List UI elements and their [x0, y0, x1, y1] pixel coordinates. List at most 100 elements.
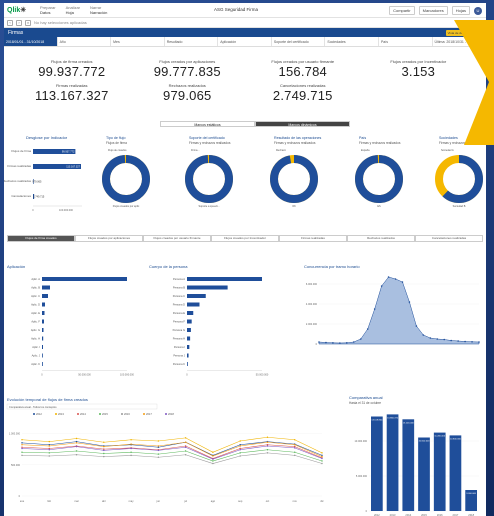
data-point[interactable]: [266, 441, 269, 443]
tab-1[interactable]: Flujos creados por aplicaciones: [75, 235, 143, 242]
data-point[interactable]: [394, 278, 397, 280]
data-point[interactable]: [339, 342, 341, 344]
data-point[interactable]: [318, 341, 320, 343]
data-point[interactable]: [401, 281, 404, 283]
data-point[interactable]: [157, 440, 160, 442]
data-point[interactable]: [266, 436, 269, 438]
data-point[interactable]: [380, 285, 383, 287]
data-point[interactable]: [471, 341, 473, 343]
filter-1[interactable]: Año: [58, 37, 112, 46]
tab-6[interactable]: Cancelaciones realizadas: [415, 235, 483, 242]
bar[interactable]: [187, 336, 191, 341]
bar[interactable]: [187, 277, 262, 281]
data-point[interactable]: [103, 441, 105, 443]
tab-3[interactable]: Flujos creados por Incentivador: [211, 235, 279, 242]
bar[interactable]: [386, 414, 399, 511]
data-point[interactable]: [408, 301, 411, 303]
tab-5[interactable]: Rechazos realizados: [347, 235, 415, 242]
data-point[interactable]: [450, 339, 452, 342]
data-point[interactable]: [130, 443, 132, 445]
nav-prepare[interactable]: Preparar Datos: [30, 5, 56, 15]
bar[interactable]: [42, 294, 48, 298]
data-point[interactable]: [266, 445, 269, 447]
data-point[interactable]: [48, 452, 50, 454]
data-point[interactable]: [359, 338, 362, 340]
data-point[interactable]: [212, 451, 214, 453]
bar[interactable]: [187, 285, 228, 290]
data-point[interactable]: [443, 338, 446, 341]
data-point[interactable]: [294, 445, 296, 448]
data-point[interactable]: [157, 446, 160, 448]
data-point[interactable]: [75, 454, 78, 456]
filter-6[interactable]: Sociedades: [325, 37, 379, 46]
tab-2[interactable]: Flujos creados por usuario firmante: [143, 235, 211, 242]
data-point[interactable]: [130, 454, 132, 457]
data-point[interactable]: [21, 454, 23, 457]
data-point[interactable]: [184, 437, 187, 439]
data-point[interactable]: [21, 451, 23, 453]
data-point[interactable]: [266, 452, 269, 454]
data-point[interactable]: [130, 451, 132, 453]
bar[interactable]: [187, 319, 192, 324]
data-point[interactable]: [21, 446, 23, 448]
data-point[interactable]: [184, 441, 187, 443]
data-point[interactable]: [157, 449, 160, 452]
avatar[interactable]: U: [474, 6, 482, 15]
bar[interactable]: [42, 345, 43, 349]
data-point[interactable]: [321, 460, 323, 462]
bar[interactable]: [42, 302, 45, 307]
filter-5[interactable]: Soporte del certificado: [272, 37, 326, 46]
filter-3[interactable]: Resultado: [165, 37, 219, 46]
data-point[interactable]: [239, 444, 241, 446]
donut-slice[interactable]: [355, 155, 403, 203]
data-point[interactable]: [48, 449, 50, 451]
bar[interactable]: [42, 328, 44, 332]
data-point[interactable]: [21, 447, 23, 450]
data-point[interactable]: [48, 455, 50, 457]
bar[interactable]: [449, 435, 462, 511]
data-point[interactable]: [239, 449, 241, 451]
bar[interactable]: [187, 362, 188, 366]
data-point[interactable]: [21, 439, 23, 441]
data-point[interactable]: [212, 460, 214, 462]
data-point[interactable]: [75, 440, 78, 443]
data-point[interactable]: [184, 450, 187, 452]
data-point[interactable]: [266, 444, 269, 446]
data-point[interactable]: [157, 445, 160, 447]
data-point[interactable]: [21, 442, 23, 444]
bar[interactable]: [187, 302, 200, 307]
data-point[interactable]: [239, 445, 241, 447]
data-point[interactable]: [48, 444, 50, 446]
donut-slice[interactable]: [102, 155, 150, 203]
data-point[interactable]: [478, 341, 480, 343]
data-point[interactable]: [21, 444, 23, 446]
filter-4[interactable]: Aplicación: [218, 37, 272, 46]
data-point[interactable]: [457, 340, 459, 342]
toggle-static[interactable]: Marcos estáticos: [160, 121, 255, 127]
bar[interactable]: [187, 353, 189, 358]
data-point[interactable]: [48, 445, 50, 447]
data-point[interactable]: [321, 454, 323, 457]
share-button[interactable]: Compartir: [389, 6, 415, 15]
data-point[interactable]: [103, 452, 105, 455]
bar[interactable]: [187, 345, 190, 349]
series-line[interactable]: [21, 452, 323, 464]
bar[interactable]: [187, 328, 191, 332]
data-point[interactable]: [332, 342, 334, 344]
data-point[interactable]: [464, 340, 466, 343]
bar[interactable]: [187, 311, 194, 315]
series-line[interactable]: [21, 441, 323, 457]
data-point[interactable]: [103, 445, 105, 448]
data-point[interactable]: [103, 449, 105, 452]
area-series[interactable]: [318, 276, 480, 345]
bar[interactable]: [42, 353, 43, 358]
nav-narrate[interactable]: Narrar Narración: [80, 5, 107, 15]
data-point[interactable]: [387, 276, 390, 278]
data-point[interactable]: [321, 457, 323, 460]
bar[interactable]: [371, 416, 383, 512]
data-point[interactable]: [373, 308, 376, 310]
data-point[interactable]: [321, 455, 323, 458]
data-point[interactable]: [239, 440, 241, 442]
bar[interactable]: [402, 419, 415, 511]
data-point[interactable]: [366, 328, 369, 330]
